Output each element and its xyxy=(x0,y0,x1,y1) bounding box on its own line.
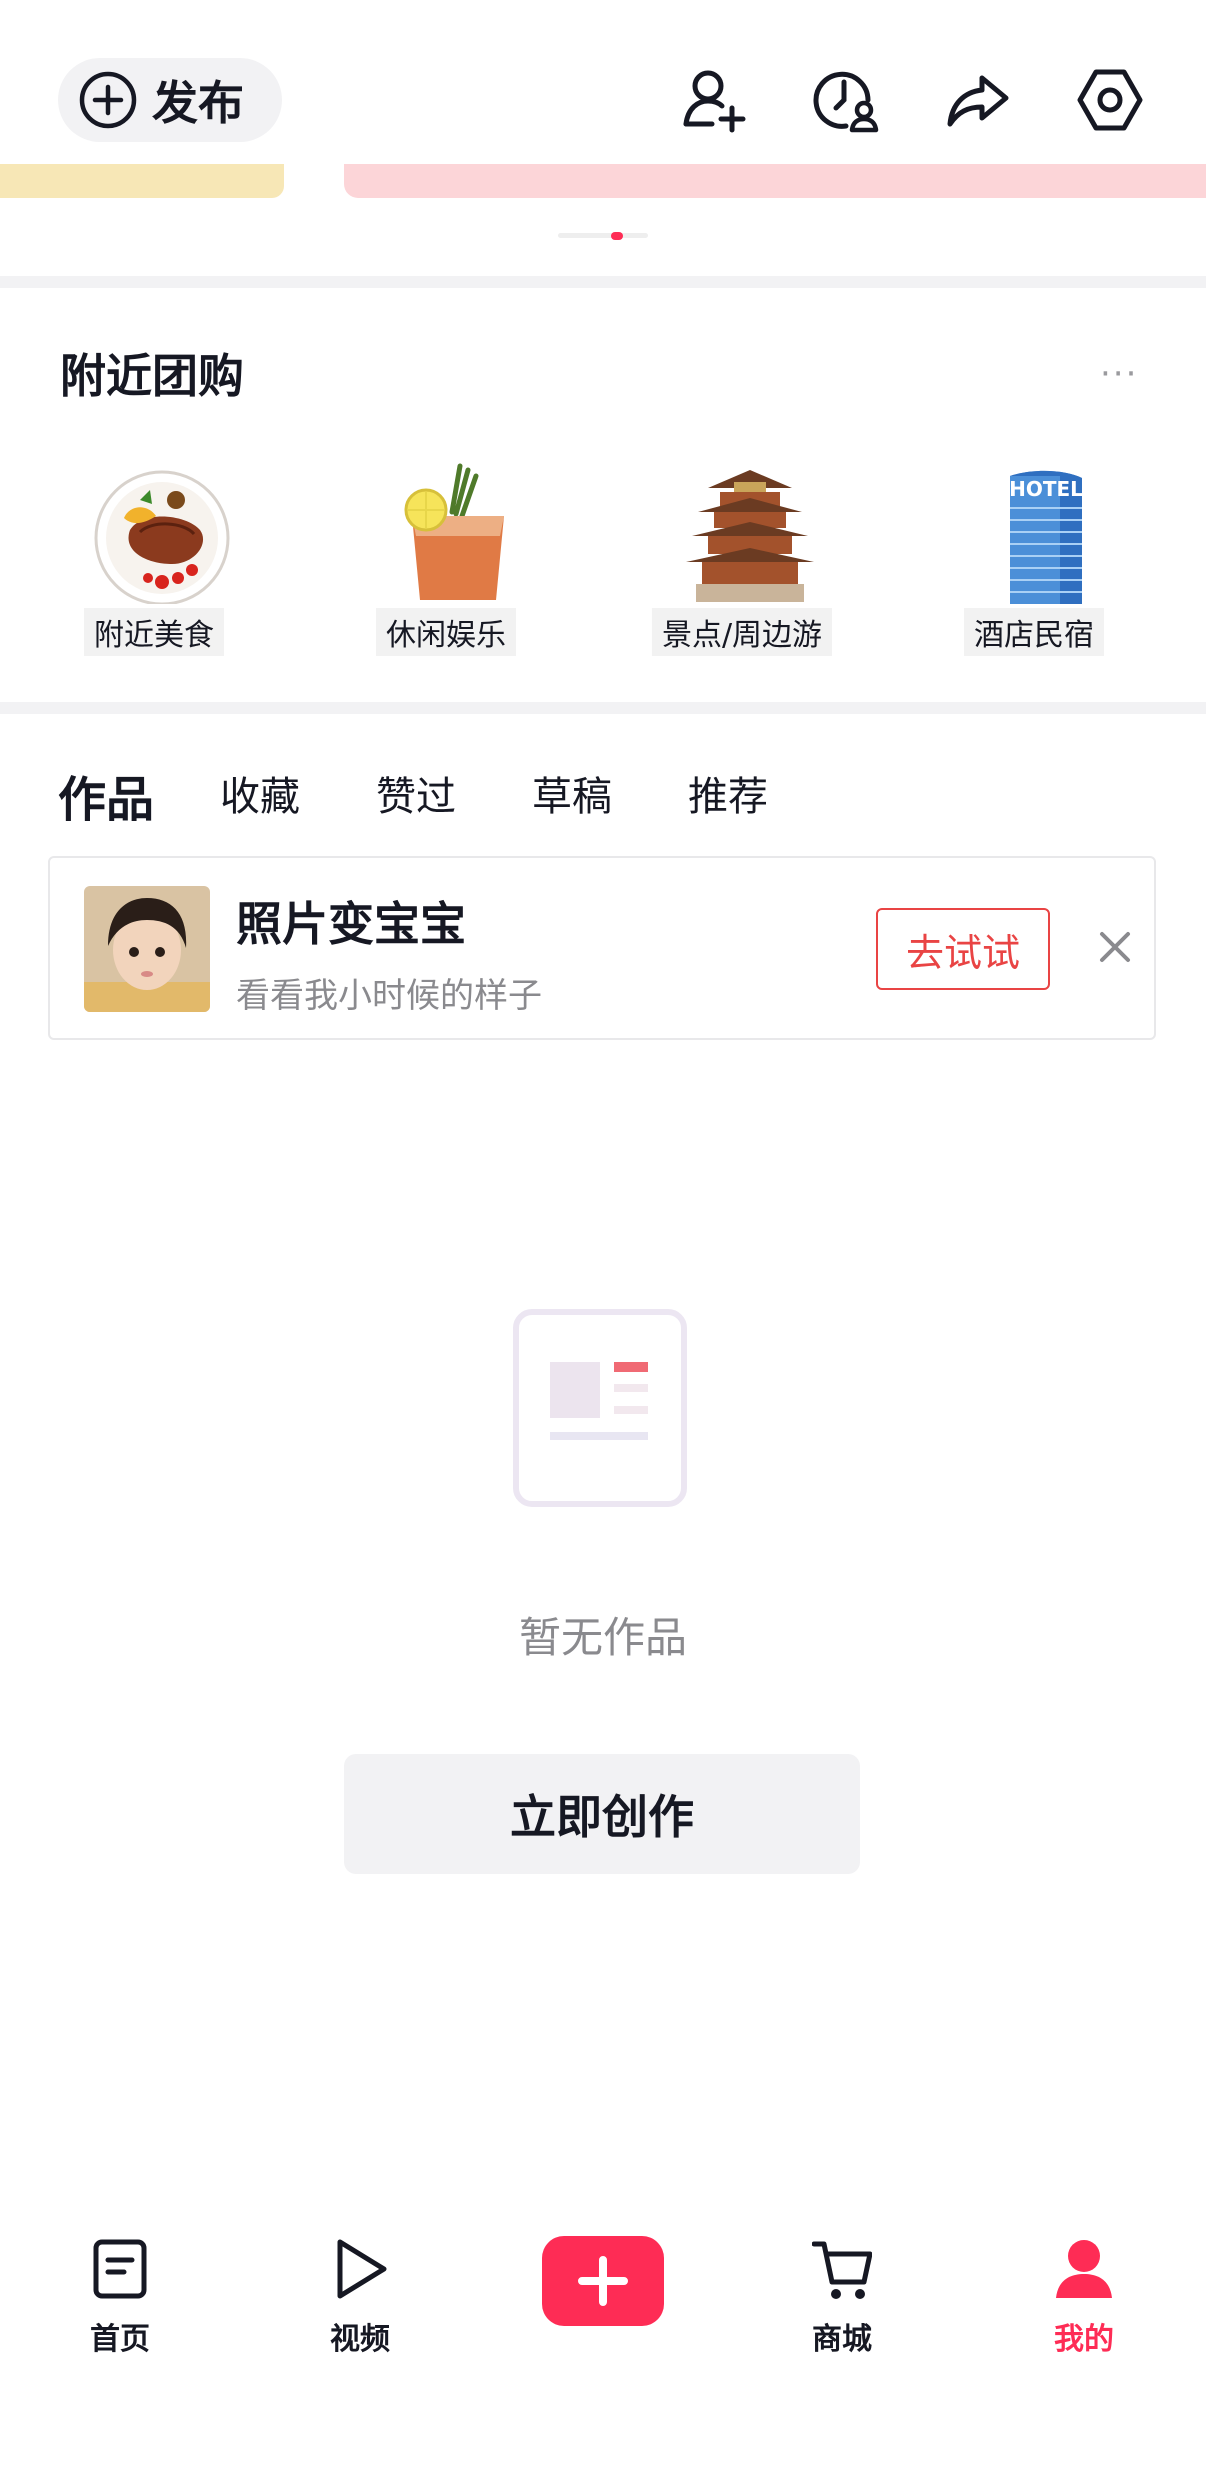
empty-state-text: 暂无作品 xyxy=(518,1613,687,1662)
banner-indicator-active xyxy=(611,232,623,240)
nav-me[interactable]: 我的 xyxy=(1014,2230,1154,2360)
publish-button[interactable]: 发布 xyxy=(58,58,282,142)
category-scenic[interactable]: 景点/周边游 xyxy=(642,460,842,660)
cart-icon xyxy=(812,2241,872,2299)
tab-favorites[interactable]: 收藏 xyxy=(220,764,300,822)
nav-label: 我的 xyxy=(1054,2322,1114,2357)
section-divider xyxy=(0,276,1206,288)
plus-circle-icon xyxy=(79,71,137,129)
nav-mall[interactable]: 商城 xyxy=(772,2230,912,2360)
nav-home[interactable]: 首页 xyxy=(50,2230,190,2360)
category-hotel[interactable]: HOTEL 酒店民宿 xyxy=(934,460,1134,660)
category-label: 景点/周边游 xyxy=(651,608,833,656)
share-icon[interactable] xyxy=(942,64,1014,136)
home-doc-icon xyxy=(93,2239,147,2299)
category-label: 附近美食 xyxy=(84,608,224,656)
hotel-building-image: HOTEL xyxy=(1009,470,1083,604)
tab-liked[interactable]: 赞过 xyxy=(376,764,456,822)
plus-icon xyxy=(578,2256,628,2306)
category-entertainment[interactable]: 休闲娱乐 xyxy=(346,460,546,660)
nav-label: 商城 xyxy=(812,2322,872,2357)
promo-subtitle: 看看我小时候的样子 xyxy=(236,976,542,1016)
tab-works[interactable]: 作品 xyxy=(58,760,154,830)
empty-works-icon xyxy=(513,1309,687,1507)
promo-title: 照片变宝宝 xyxy=(236,897,466,951)
nav-label: 视频 xyxy=(330,2322,390,2357)
banner-card-left[interactable] xyxy=(0,164,284,198)
create-plus-button[interactable] xyxy=(542,2236,664,2326)
baby-photo-thumbnail xyxy=(84,886,210,1012)
try-button[interactable]: 去试试 xyxy=(876,908,1050,990)
banner-indicator xyxy=(558,233,648,238)
publish-label: 发布 xyxy=(152,76,244,130)
nav-label: 首页 xyxy=(90,2322,150,2357)
banner-card-right[interactable] xyxy=(344,164,1206,198)
category-label: 酒店民宿 xyxy=(964,608,1104,656)
close-icon[interactable] xyxy=(1090,922,1140,972)
section-divider xyxy=(0,702,1206,714)
category-label: 休闲娱乐 xyxy=(376,608,516,656)
group-buy-title: 附近团购 xyxy=(60,349,244,403)
play-icon xyxy=(337,2239,387,2299)
pavilion-image xyxy=(686,470,814,602)
steak-plate-image xyxy=(94,470,230,604)
cocktail-image xyxy=(404,463,504,600)
nav-video[interactable]: 视频 xyxy=(290,2230,430,2360)
visitor-icon[interactable] xyxy=(810,64,882,136)
tab-recommend[interactable]: 推荐 xyxy=(688,764,768,822)
more-icon[interactable]: ··· xyxy=(1100,354,1138,394)
svg-text:HOTEL: HOTEL xyxy=(1009,477,1083,501)
add-friend-icon[interactable] xyxy=(678,64,750,136)
settings-icon[interactable] xyxy=(1074,64,1146,136)
promo-card[interactable]: 照片变宝宝 看看我小时候的样子 去试试 xyxy=(48,856,1156,1040)
category-food[interactable]: 附近美食 xyxy=(54,460,254,660)
tab-drafts[interactable]: 草稿 xyxy=(532,764,612,822)
create-now-button[interactable]: 立即创作 xyxy=(344,1754,860,1874)
person-icon xyxy=(1056,2240,1112,2298)
